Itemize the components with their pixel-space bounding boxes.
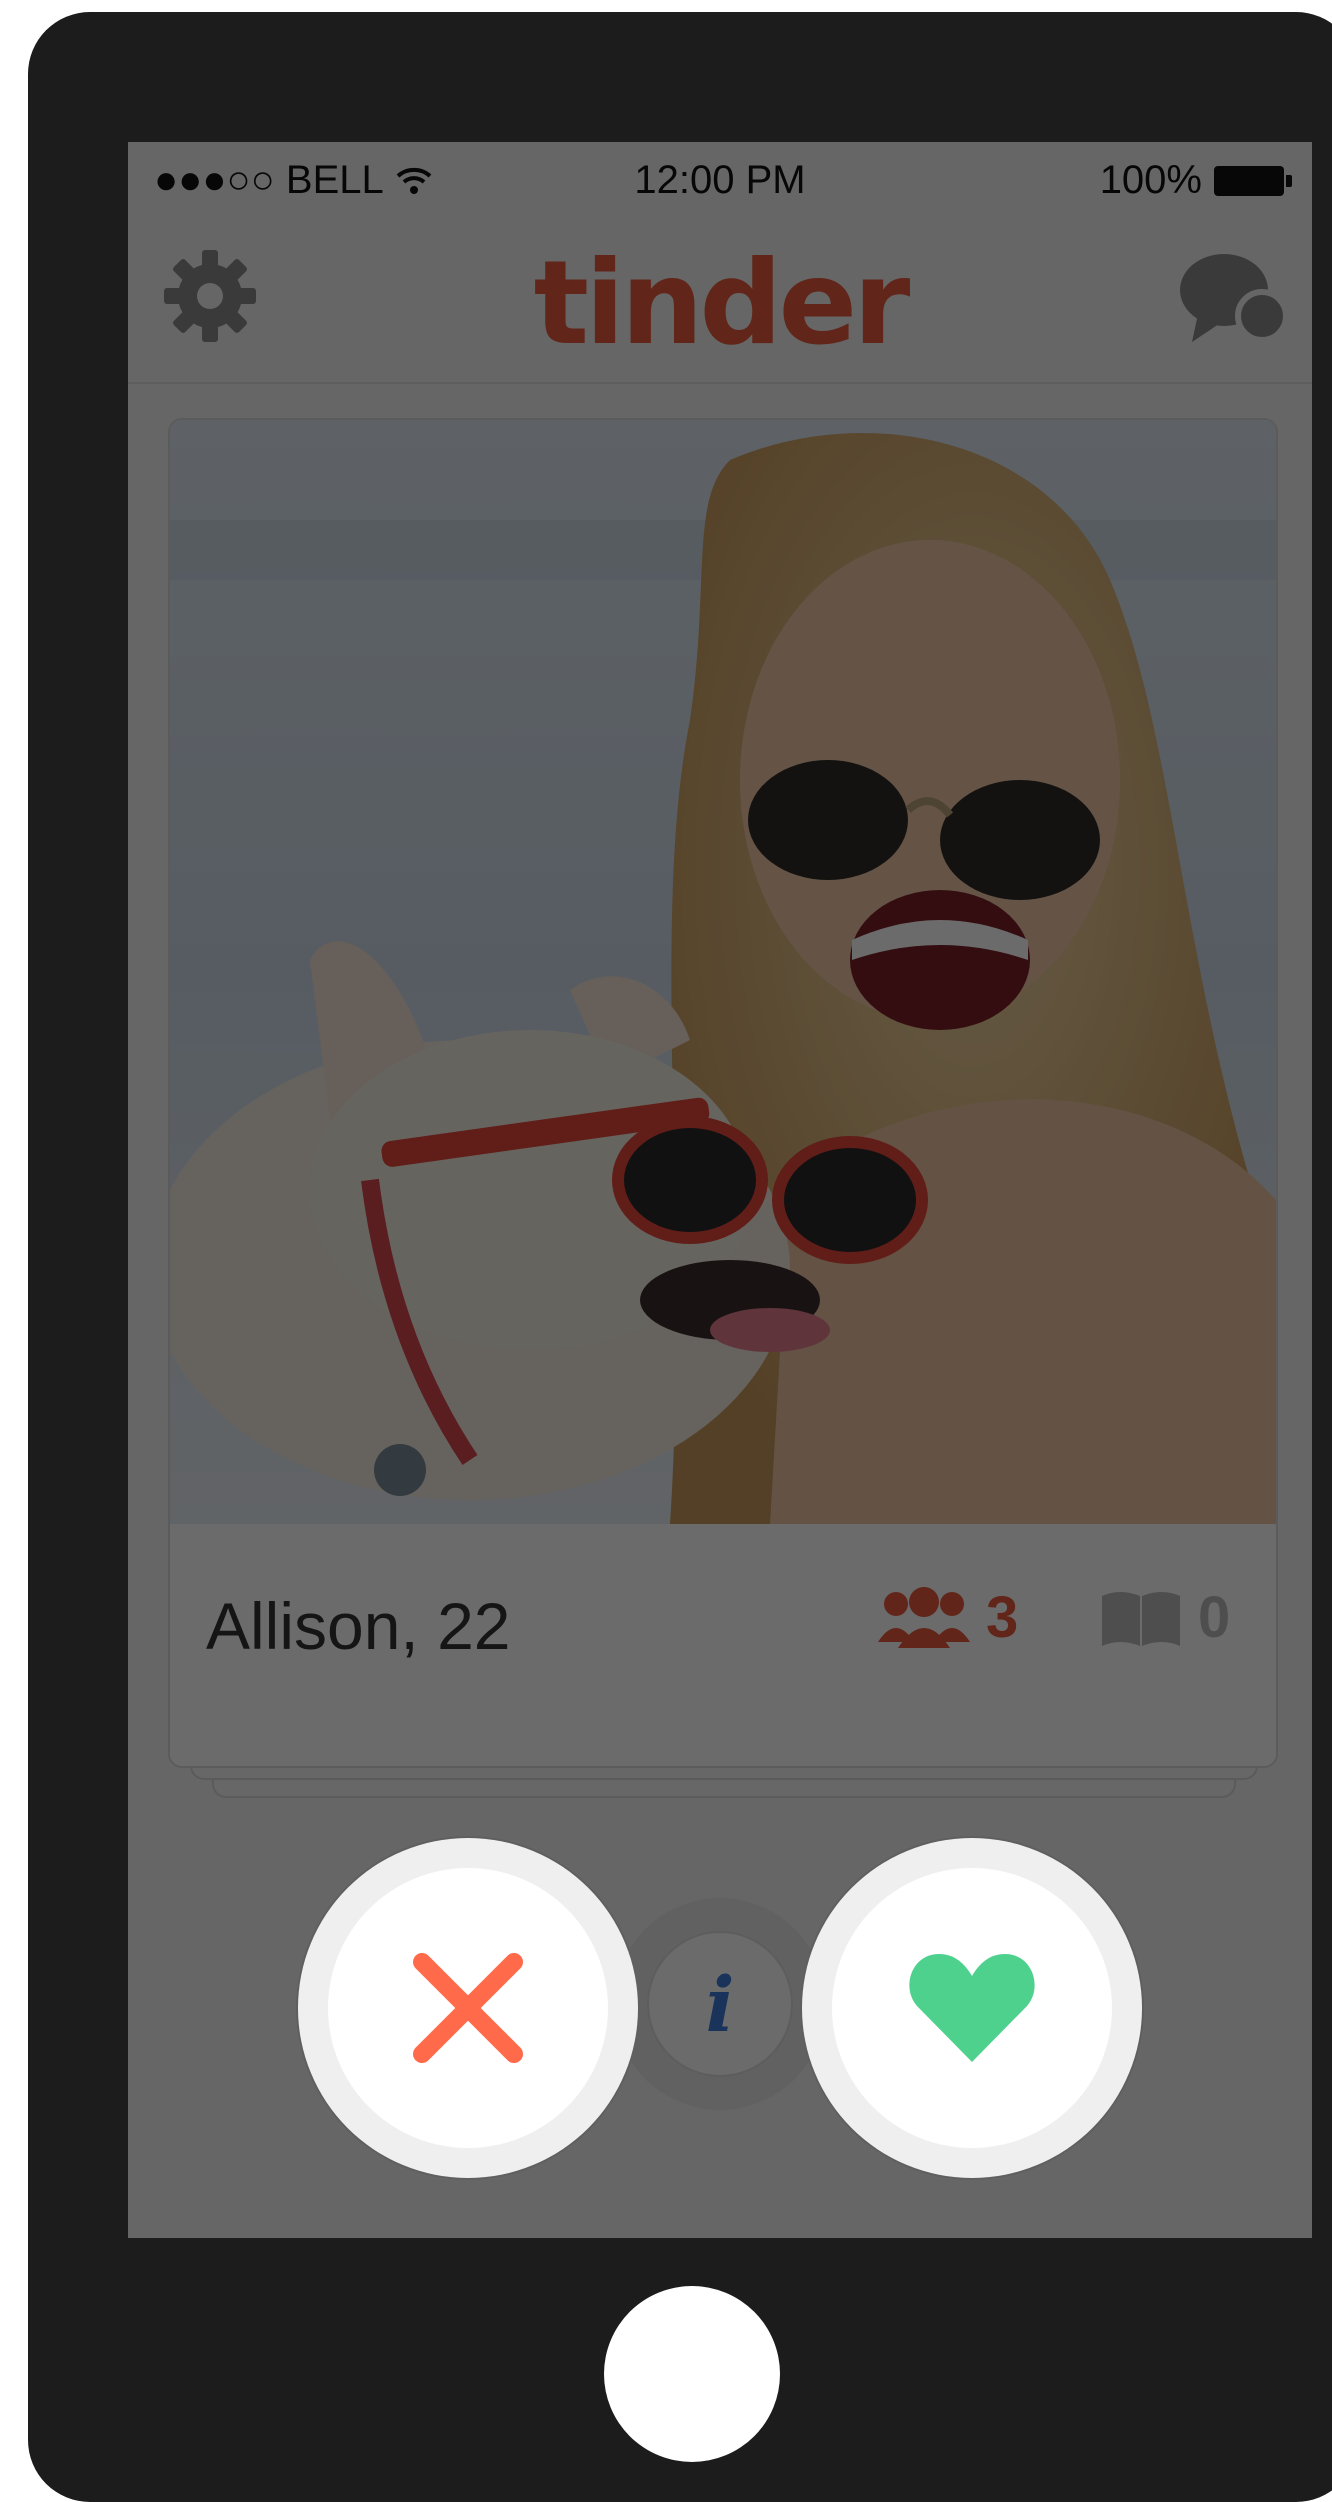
phone-frame: ●●●○○ BELL 12:00 PM 100% tinder Allison,… [28,12,1332,2502]
heart-icon [909,1954,1035,2062]
common-interests-count: 0 [1198,1585,1231,1650]
info-button[interactable]: i [614,1898,826,2110]
tinder-logo: tinder [533,236,911,371]
app-screen: ●●●○○ BELL 12:00 PM 100% tinder Allison,… [128,142,1312,2238]
common-friends: 3 [878,1584,1018,1651]
close-icon [413,1953,523,2063]
chat-icon[interactable] [1178,248,1288,348]
book-icon [1102,1591,1180,1646]
battery-icon [1214,165,1292,196]
friends-icon [878,1586,970,1648]
nope-button-highlight[interactable] [298,1838,638,2178]
status-bar: ●●●○○ BELL 12:00 PM 100% [128,142,1312,218]
nav-bar: tinder [128,218,1312,384]
like-button-highlight[interactable] [802,1838,1142,2178]
profile-photo [170,420,1276,1524]
info-label: i [647,1931,793,2077]
battery-status: 100% [1100,158,1292,203]
common-friends-count: 3 [986,1585,1019,1650]
battery-percent: 100% [1099,158,1202,202]
profile-card[interactable]: Allison, 22 3 0 [168,418,1278,1768]
common-interests: 0 [1100,1584,1230,1651]
profile-name-age: Allison, 22 [206,1589,511,1663]
home-button[interactable] [604,2286,780,2462]
card-info: Allison, 22 3 0 [170,1524,1276,1766]
